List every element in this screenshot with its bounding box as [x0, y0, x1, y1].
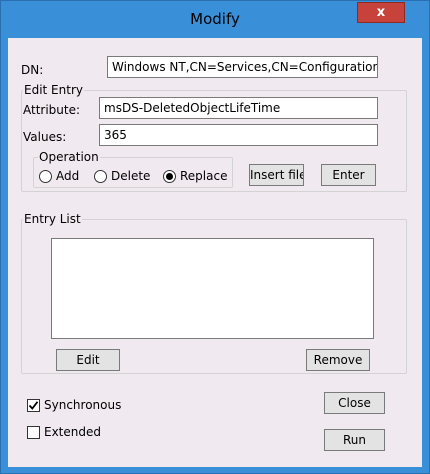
- modify-dialog: Modify x DN: Windows NT,CN=Services,CN=C…: [0, 0, 430, 474]
- insert-file-button[interactable]: Insert file: [249, 164, 304, 186]
- enter-button[interactable]: Enter: [321, 164, 376, 186]
- remove-button[interactable]: Remove: [306, 349, 370, 371]
- synchronous-checkbox[interactable]: [27, 399, 40, 412]
- delete-label[interactable]: Delete: [111, 169, 150, 183]
- close-icon: x: [376, 5, 386, 20]
- edit-entry-group-label: Edit Entry: [23, 83, 84, 97]
- dn-field[interactable]: Windows NT,CN=Services,CN=Configuration: [107, 56, 378, 78]
- entry-listbox[interactable]: [51, 238, 374, 339]
- replace-label[interactable]: Replace: [180, 169, 227, 183]
- attribute-field[interactable]: msDS-DeletedObjectLifeTime: [99, 97, 378, 119]
- close-button[interactable]: Close: [324, 392, 385, 414]
- checkmark-icon: [28, 401, 39, 410]
- delete-radio[interactable]: [94, 170, 107, 183]
- extended-label[interactable]: Extended: [44, 425, 101, 439]
- replace-radio[interactable]: [163, 170, 176, 183]
- dialog-body: DN: Windows NT,CN=Services,CN=Configurat…: [8, 38, 422, 467]
- extended-checkbox[interactable]: [27, 426, 40, 439]
- title-bar[interactable]: Modify x: [1, 1, 429, 38]
- add-radio[interactable]: [39, 170, 52, 183]
- close-window-button[interactable]: x: [357, 2, 405, 23]
- attribute-label: Attribute:: [23, 103, 81, 117]
- entry-list-group-label: Entry List: [23, 212, 82, 226]
- values-label: Values:: [23, 130, 67, 144]
- operation-group-label: Operation: [38, 150, 100, 164]
- run-button[interactable]: Run: [324, 429, 385, 451]
- add-label[interactable]: Add: [56, 169, 79, 183]
- edit-button[interactable]: Edit: [56, 349, 120, 371]
- values-field[interactable]: 365: [99, 124, 378, 146]
- dn-label: DN:: [21, 63, 44, 77]
- synchronous-label[interactable]: Synchronous: [44, 398, 121, 412]
